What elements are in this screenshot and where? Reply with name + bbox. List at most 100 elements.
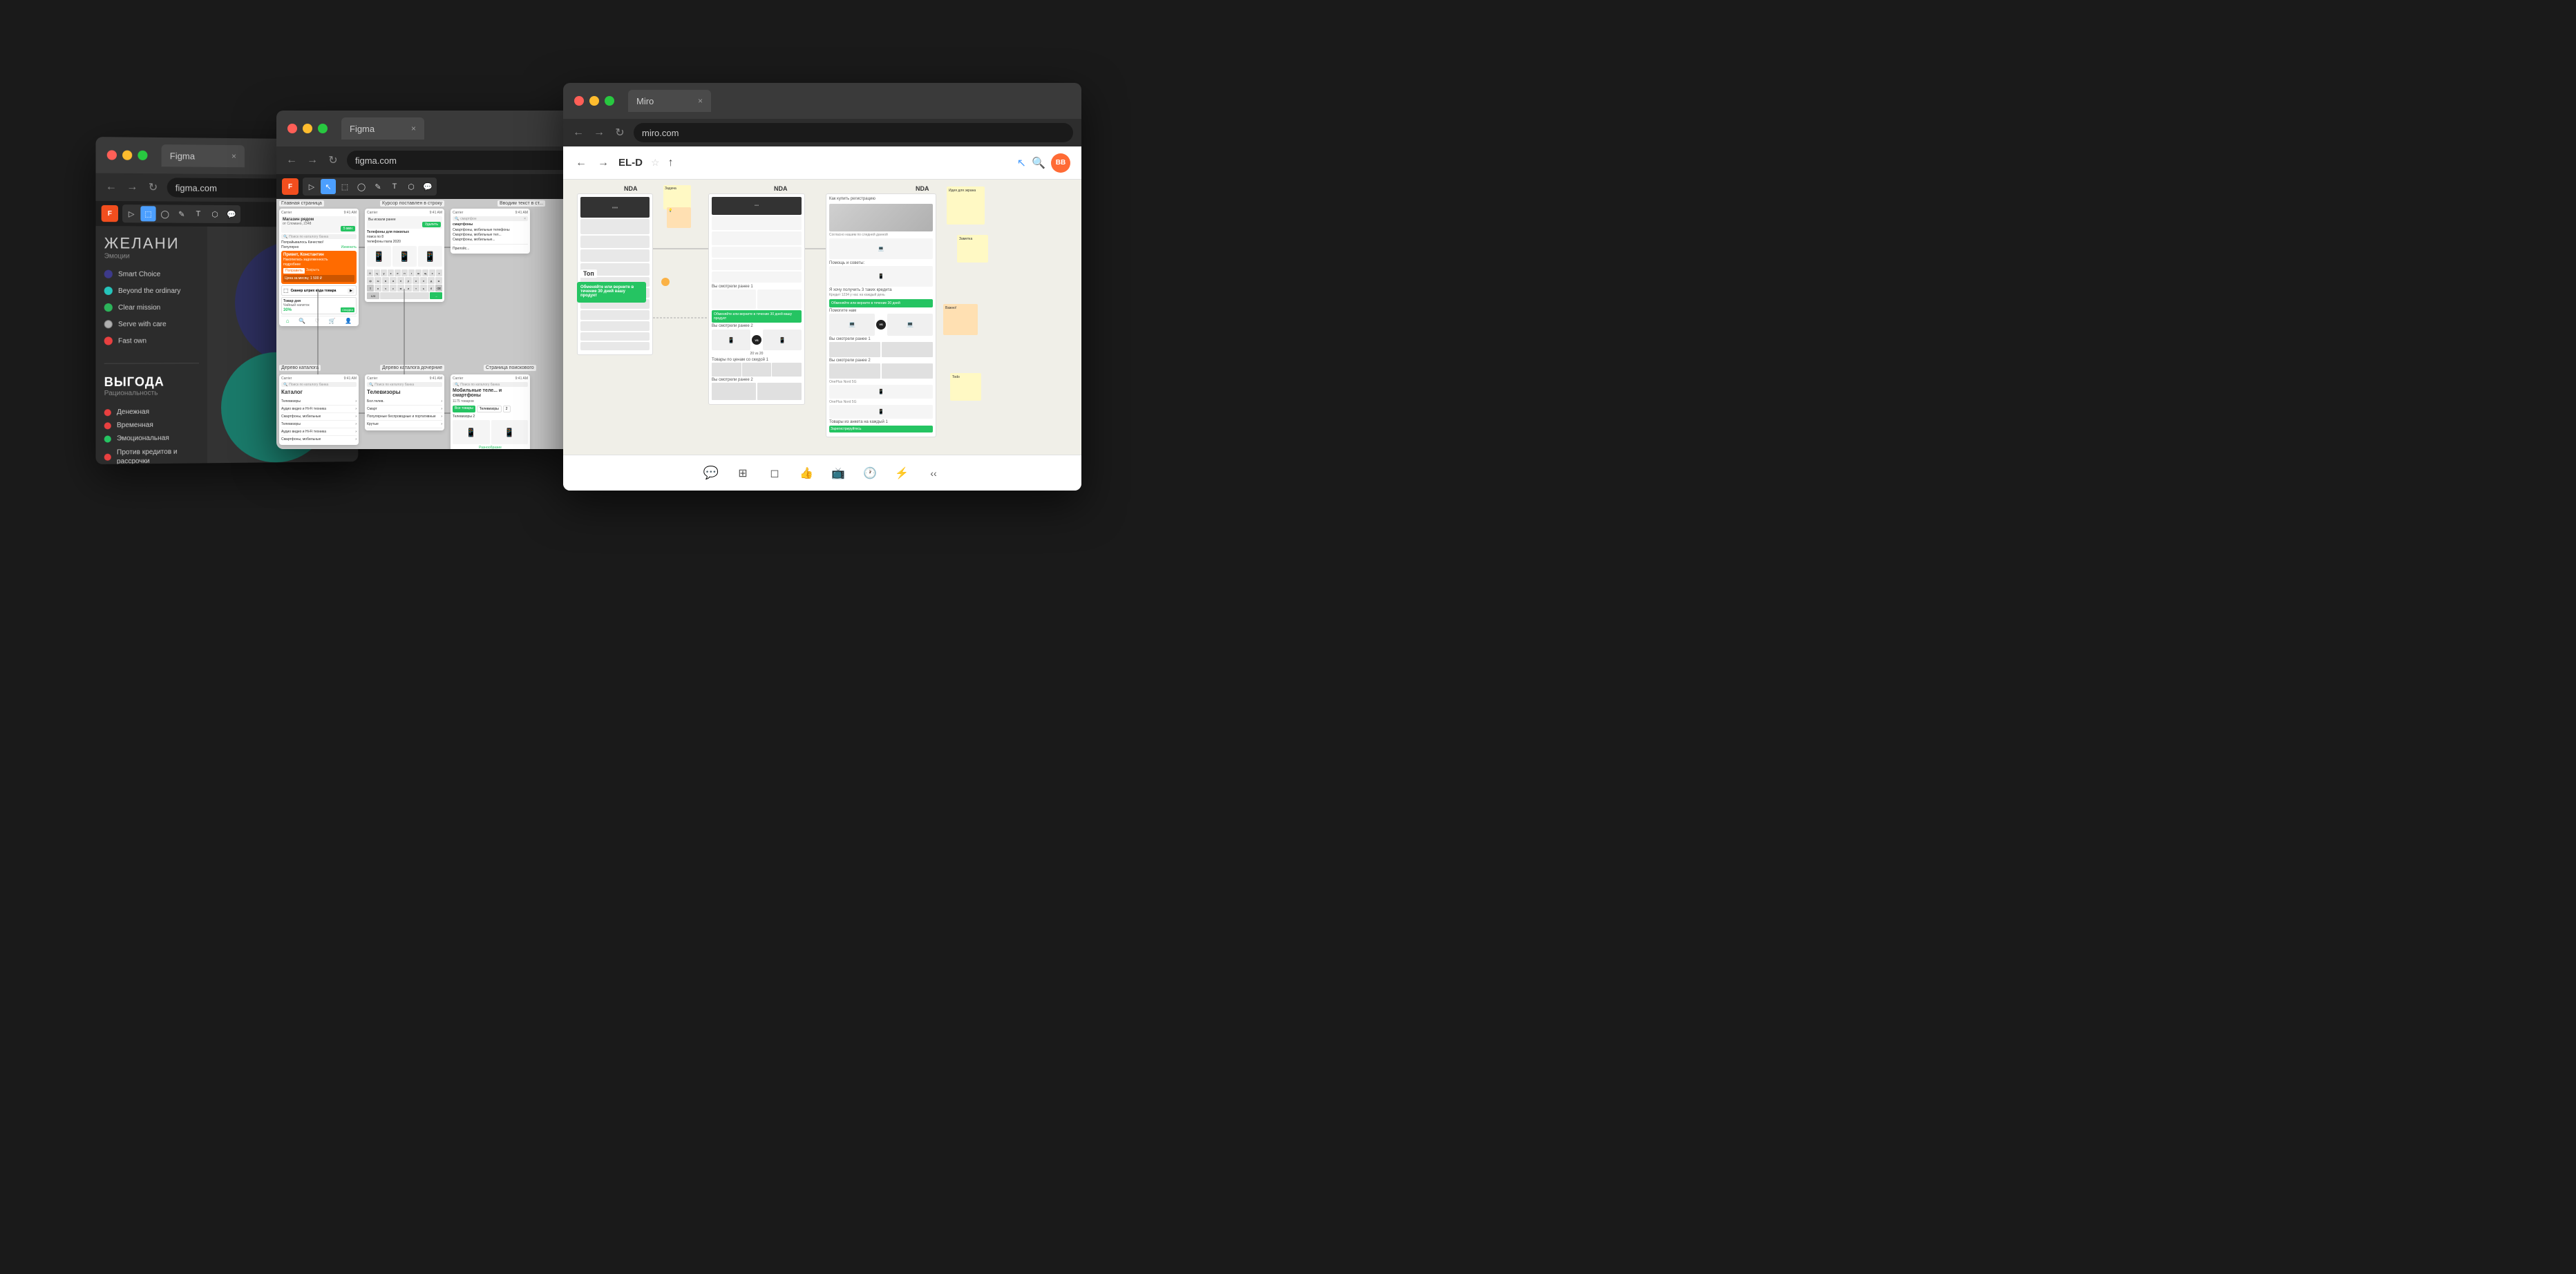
miro-bottom-toolbar: 💬 ⊞ ◻ 👍 📺 🕐 ⚡ ‹‹ [563,455,1081,491]
forward-icon[interactable]: → [125,180,139,194]
emocii-subtitle: Эмоции [104,252,199,260]
figma-pen-tool[interactable]: ✎ [174,207,189,222]
back-icon-win2[interactable]: ← [285,153,299,167]
emotion-serve: Serve with care [104,316,199,332]
benefits-list: Денежная Временная Эмоциональная Против … [104,405,199,464]
miro-cursor-icon[interactable]: ↖ [1017,156,1026,170]
miro-star-icon[interactable]: ☆ [651,157,660,169]
figma-frame-tool[interactable]: ⬚ [140,206,155,221]
miro-comment-btn[interactable]: 💬 [700,462,722,484]
figma-comment-win2[interactable]: 💬 [420,179,435,194]
mobile-mockup-tv: Carrier9:41 AM 🔍Поиск по каталогу банка … [365,374,444,430]
maximize-button-win3[interactable] [605,96,614,106]
figma-pen-win2[interactable]: ✎ [370,179,386,194]
mobile-mockup-results: Carrier9:41 AM 🔍смартфон× смартфоны Смар… [451,209,530,254]
miro-share-icon[interactable]: ↑ [668,157,674,169]
tab-close-miro[interactable]: × [698,96,703,106]
miro-content: ← → EL-D ☆ ↑ ↖ 🔍 BB NDA ▪▪▪ [563,146,1081,491]
minimize-button-win3[interactable] [589,96,599,106]
figma-select-win2[interactable]: ↖ [321,179,336,194]
sticky-orange-2: Важно! [943,304,978,335]
benefit-dot-4 [104,454,111,461]
emotion-clear: Clear mission [104,299,199,316]
traffic-lights-win3 [574,96,614,106]
back-icon-win3[interactable]: ← [571,126,585,140]
mobile-mockup-search: Carrier9:41 AM Вы искали ранее Удалить Т… [365,209,444,302]
tab-miro[interactable]: Miro × [628,90,711,112]
emotion-label-clear: Clear mission [118,304,160,312]
figma-shape-tool[interactable]: ◯ [158,206,173,221]
close-button-win2[interactable] [287,124,297,133]
minimize-button-win2[interactable] [303,124,312,133]
miro-canvas: NDA ▪▪▪ Задача [563,180,1081,455]
emotion-dot-clear [104,303,113,312]
close-button-win3[interactable] [574,96,584,106]
figma-text-win2[interactable]: T [387,179,402,194]
miro-back-icon[interactable]: ← [574,156,588,170]
forward-icon-win3[interactable]: → [592,126,606,140]
vygoda-title: ВЫГОДА [104,374,199,390]
nda-label-2: NDA [774,185,788,192]
titlebar-win2: Figma × [276,111,580,146]
miro-timer-btn[interactable]: 🕐 [859,462,881,484]
reload-icon-win2[interactable]: ↻ [326,153,340,167]
miro-right-controls: ↖ 🔍 BB [1017,153,1070,173]
miro-collapse-btn[interactable]: ‹‹ [922,462,945,484]
miro-like-btn[interactable]: 👍 [795,462,817,484]
label-vvodim: Вводим текст в ст... [498,200,545,207]
miro-grid-btn[interactable]: ⊞ [732,462,754,484]
benefit-vremennaya: Временная [104,418,199,432]
url-input-win2[interactable]: figma.com [347,151,572,170]
reload-icon-win3[interactable]: ↻ [613,126,627,140]
figma-comment-tool[interactable]: 💬 [224,207,239,222]
figma-cursor-win2[interactable]: ▷ [304,179,319,194]
back-icon[interactable]: ← [104,180,118,194]
figma-text-tool[interactable]: T [191,207,206,222]
tab-label-miro: Miro [636,96,654,106]
figma-hand-tool[interactable]: ⬡ [207,207,222,222]
miro-forward-icon[interactable]: → [596,156,610,170]
maximize-button-win2[interactable] [318,124,328,133]
sticky-right-3: Todo [950,373,981,401]
tab-label: Figma [170,151,195,161]
addressbar-win3: ← → ↻ miro.com [563,119,1081,146]
tab-close-icon[interactable]: × [231,151,236,161]
tab-figma-win1[interactable]: Figma × [162,144,245,167]
emotion-label-serve: Serve with care [118,321,167,328]
figma-tool-group: ▷ ⬚ ◯ ✎ T ⬡ 💬 [122,205,240,223]
figma-toolbar-win2: F ▷ ↖ ⬚ ◯ ✎ T ⬡ 💬 [276,174,580,199]
emotion-dot-fast [104,336,113,345]
reload-icon[interactable]: ↻ [146,180,160,194]
browser-window-miro: Miro × ← → ↻ miro.com ← → EL-D ☆ ↑ ↖ 🔍 B… [563,83,1081,491]
zhelania-title: ЖЕЛАНИ [104,234,199,253]
minimize-button[interactable] [122,151,132,160]
addressbar-win2: ← → ↻ figma.com [276,146,580,174]
tab-figma-win2[interactable]: Figma × [341,117,424,140]
miro-board-name: EL-D [618,157,643,169]
tab-close-win2[interactable]: × [411,124,416,133]
emotion-smart-choice: Smart Choice [104,266,199,283]
url-input-win3[interactable]: miro.com [634,123,1073,142]
figma-cursor-tool[interactable]: ▷ [124,206,139,221]
figma-hand-win2[interactable]: ⬡ [404,179,419,194]
mobile-mockup-catalog: Carrier9:41 AM 🔍Поиск по каталогу банка … [279,374,359,445]
figma-shape-win2[interactable]: ◯ [354,179,369,194]
benefit-dot-3 [104,435,111,442]
miro-shape-btn[interactable]: ◻ [764,462,786,484]
emotion-label-fast: Fast own [118,337,146,345]
emotion-dot-beyond [104,287,113,295]
figma-frame-win2[interactable]: ⬚ [337,179,352,194]
benefit-label-2: Временная [117,421,153,429]
label-derevo-doc: Дерево каталога дочерние [380,365,444,371]
nda-label-1: NDA [624,185,638,192]
traffic-lights-win1 [107,150,148,160]
miro-lightning-btn[interactable]: ⚡ [891,462,913,484]
maximize-button[interactable] [138,151,147,160]
forward-icon-win2[interactable]: → [305,153,319,167]
emotion-label-smart: Smart Choice [118,270,160,278]
benefit-label-3: Эмоциональная [117,435,169,443]
miro-video-btn[interactable]: 📺 [827,462,849,484]
miro-user-avatar: BB [1051,153,1070,173]
miro-zoom-icon[interactable]: 🔍 [1032,156,1045,170]
close-button[interactable] [107,150,117,160]
